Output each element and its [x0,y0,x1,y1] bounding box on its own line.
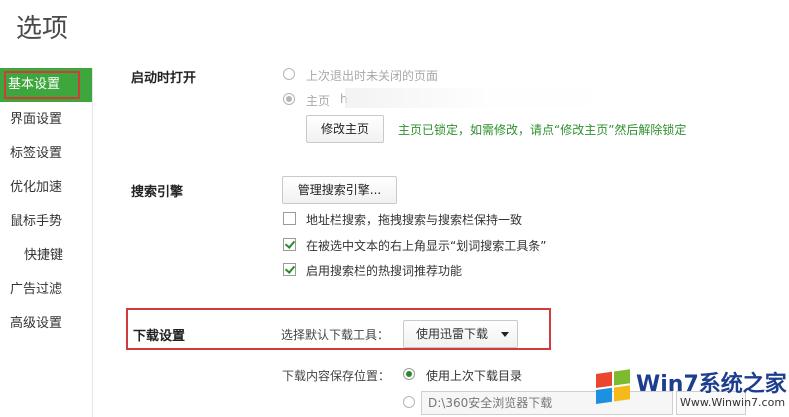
download-section-title: 下载设置 [133,329,186,344]
startup-restore-label: 上次退出时未关闭的页面 [306,69,439,83]
hot-search-checkbox[interactable] [283,263,296,276]
homepage-locked-notice: 主页已锁定，如需修改，请点“修改主页”然后解除锁定 [398,123,687,137]
watermark-brand: Win7系统之家 [636,372,787,397]
sidebar-item-gestures[interactable]: 鼠标手势 [10,209,62,235]
sidebar-item-label: 基本设置 [8,77,61,92]
blurred-homepage-url [345,88,625,108]
page-title: 选项 [16,14,69,44]
download-tool-value: 使用迅雷下载 [416,327,489,341]
hot-search-label: 启用搜索栏的热搜词推荐功能 [306,264,463,278]
search-section-title: 搜索引擎 [131,185,184,200]
startup-home-radio[interactable] [283,93,295,105]
search-sync-label: 地址栏搜索，拖拽搜索与搜索栏保持一致 [306,213,523,227]
startup-home-label: 主页 [306,94,331,108]
modify-homepage-button[interactable]: 修改主页 [306,115,384,143]
download-tool-select[interactable]: 使用迅雷下载 [403,320,518,348]
last-dir-label: 使用上次下载目录 [426,369,523,383]
sidebar-item-tabs[interactable]: 标签设置 [10,141,62,167]
startup-restore-radio[interactable] [283,68,295,80]
save-location-label: 下载内容保存位置： [282,369,391,383]
selection-toolbar-label: 在被选中文本的右上角显示“划词搜索工具条” [306,239,547,253]
download-tool-label: 选择默认下载工具： [281,328,390,342]
sidebar-item-advanced[interactable]: 高级设置 [10,311,62,337]
sidebar-item-optimize[interactable]: 优化加速 [10,175,62,201]
custom-dir-radio[interactable] [403,396,415,408]
startup-section-title: 启动时打开 [131,71,197,86]
sidebar-item-basic[interactable]: 基本设置 [0,68,92,102]
manage-search-engines-button[interactable]: 管理搜索引擎... [282,176,397,204]
watermark-url: Www.Winwin7.com [680,396,786,409]
sidebar: 基本设置 界面设置 标签设置 优化加速 鼠标手势 快捷键 广告过滤 高级设置 [0,68,93,417]
sidebar-item-adblock[interactable]: 广告过滤 [10,277,62,303]
search-sync-checkbox[interactable] [283,212,296,225]
chevron-down-icon [501,332,509,337]
sidebar-item-interface[interactable]: 界面设置 [10,107,62,133]
selection-toolbar-checkbox[interactable] [283,238,296,251]
sidebar-item-shortcuts[interactable]: 快捷键 [24,243,63,269]
last-dir-radio[interactable] [403,368,415,380]
